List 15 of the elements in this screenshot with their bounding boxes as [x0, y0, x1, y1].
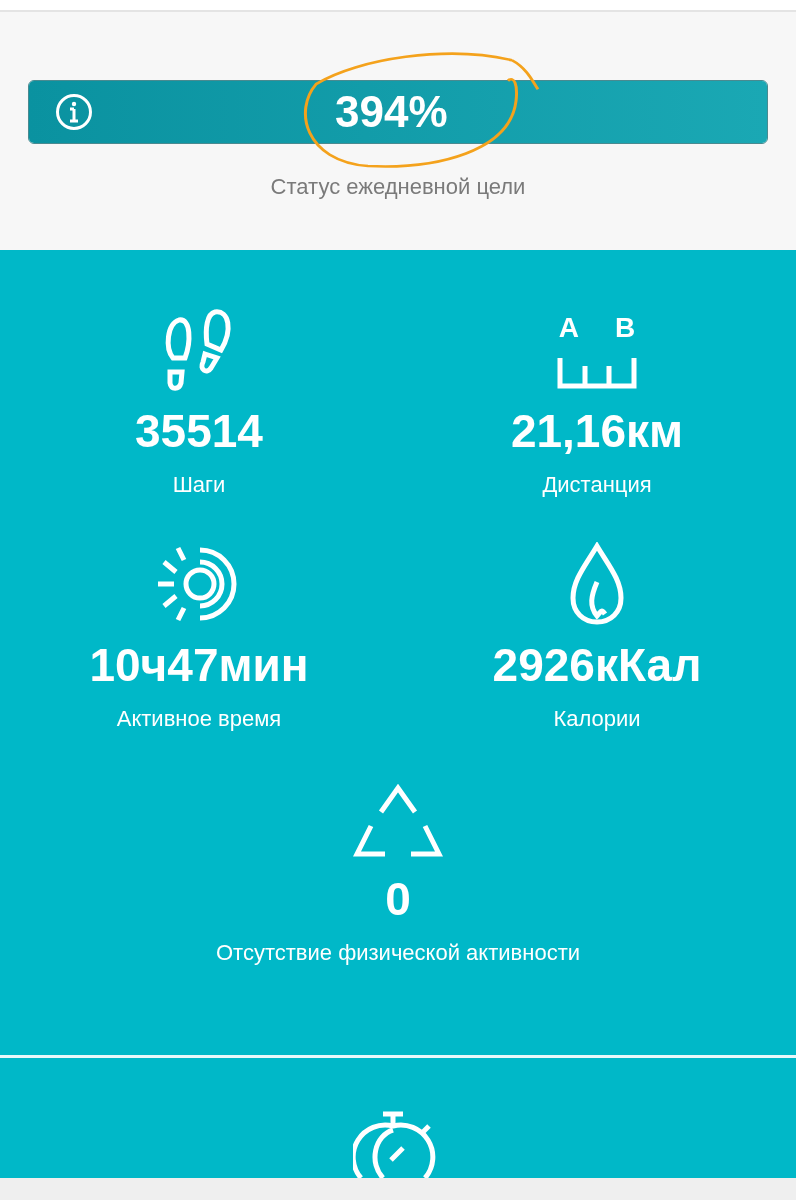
triangle-icon: [353, 784, 443, 860]
metric-label: Шаги: [172, 474, 226, 496]
metric-value: 2926кКал: [492, 642, 702, 688]
goal-progress-bar[interactable]: 394%: [28, 80, 768, 144]
goal-percentage: 394%: [335, 90, 448, 134]
metric-label: Дистанция: [542, 474, 652, 496]
metric-label: Активное время: [116, 708, 282, 730]
metric-value: 21,16км: [510, 408, 684, 454]
info-icon[interactable]: [55, 93, 93, 131]
metric-value: 35514: [135, 408, 263, 454]
metric-label: Отсутствие физической активности: [215, 942, 581, 964]
metric-value: 10ч47мин: [89, 642, 309, 688]
metric-label: Калории: [553, 708, 641, 730]
metric-value: 0: [385, 876, 411, 922]
goal-caption: Статус ежедневной цели: [270, 176, 526, 198]
